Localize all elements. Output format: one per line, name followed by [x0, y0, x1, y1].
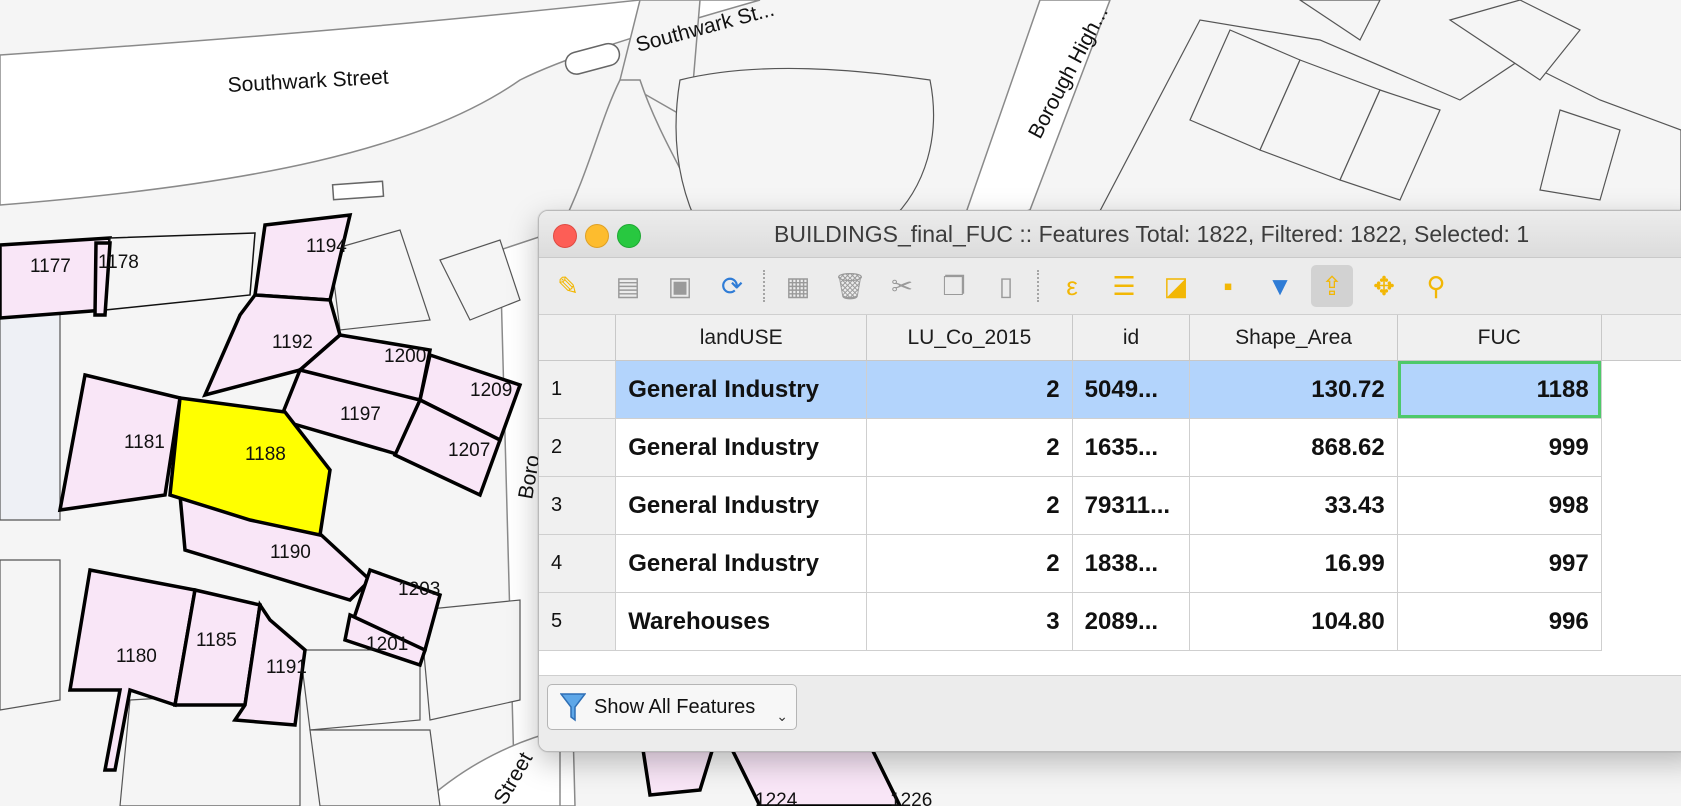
cell-lu-co-2015[interactable]: 2 — [866, 418, 1073, 477]
cell-id[interactable]: 1838... — [1072, 534, 1191, 593]
building-label: 1178 — [98, 252, 139, 273]
cell-fuc[interactable]: 996 — [1397, 592, 1602, 651]
show-all-features-label: Show All Features — [594, 695, 756, 718]
zoom-to-selection-icon[interactable]: ⚲ — [1415, 265, 1457, 307]
row-filler — [1601, 534, 1681, 593]
invert-selection-icon[interactable]: ◪ — [1155, 265, 1197, 307]
row-number[interactable]: 3 — [539, 476, 617, 535]
table-row[interactable]: 3 General Industry 2 79311... 33.43 998 — [539, 476, 1681, 535]
move-selection-top-icon[interactable]: ⇪ — [1311, 265, 1353, 307]
cell-shape-area[interactable]: 33.43 — [1189, 476, 1398, 535]
column-header-id[interactable]: id — [1072, 315, 1191, 361]
building-label: 1194 — [306, 236, 347, 257]
table-row[interactable]: 2 General Industry 2 1635... 868.62 999 — [539, 418, 1681, 477]
copy-icon[interactable]: ❐ — [933, 265, 975, 307]
cell-lu-co-2015[interactable]: 2 — [866, 476, 1073, 535]
building-label: 1192 — [272, 332, 313, 353]
building-label: 1188 — [245, 444, 286, 465]
attribute-toolbar: ✎ ▤ ▣ ⟳ ▦ 🗑 ✂ ❐ ▯ ε ☰ ◪ ▪ ▼ ⇪ ✥ ⚲ — [539, 258, 1681, 315]
row-number[interactable]: 5 — [539, 592, 617, 651]
pan-to-selection-icon[interactable]: ✥ — [1363, 265, 1405, 307]
cell-shape-area[interactable]: 868.62 — [1189, 418, 1398, 477]
cell-shape-area[interactable]: 130.72 — [1189, 360, 1398, 419]
filter-funnel-icon — [560, 693, 586, 722]
header-filler — [1601, 315, 1681, 361]
row-filler — [1601, 592, 1681, 651]
chevron-down-icon: ⌄ — [776, 708, 788, 724]
cell-id[interactable]: 79311... — [1072, 476, 1191, 535]
cell-lu-co-2015[interactable]: 3 — [866, 592, 1073, 651]
attribute-table-window[interactable]: BUILDINGS_final_FUC :: Features Total: 1… — [538, 210, 1681, 752]
building-label: 1177 — [30, 256, 71, 277]
cell-fuc[interactable]: 999 — [1397, 418, 1602, 477]
column-header-landuse[interactable]: landUSE — [615, 315, 868, 361]
attribute-grid[interactable]: landUSE LU_Co_2015 id Shape_Area FUC 1 G… — [539, 315, 1681, 675]
cell-shape-area[interactable]: 16.99 — [1189, 534, 1398, 593]
cell-id[interactable]: 1635... — [1072, 418, 1191, 477]
row-number[interactable]: 2 — [539, 418, 617, 477]
multi-edit-icon[interactable]: ▤ — [607, 265, 649, 307]
expression-select-icon[interactable]: ε — [1051, 265, 1093, 307]
filter-icon[interactable]: ▼ — [1259, 265, 1301, 307]
cell-shape-area[interactable]: 104.80 — [1189, 592, 1398, 651]
building-label: 1207 — [448, 440, 490, 461]
building-label: 1201 — [366, 634, 408, 655]
column-header-lu-co-2015[interactable]: LU_Co_2015 — [866, 315, 1073, 361]
pencil-icon[interactable]: ✎ — [547, 265, 589, 307]
table-row[interactable]: 1 General Industry 2 5049... 130.72 1188 — [539, 360, 1681, 419]
row-filler — [1601, 360, 1681, 419]
deselect-icon[interactable]: ▪ — [1207, 265, 1249, 307]
cell-fuc[interactable]: 998 — [1397, 476, 1602, 535]
header-row: landUSE LU_Co_2015 id Shape_Area FUC — [539, 315, 1681, 361]
building-label: 1226 — [890, 790, 932, 806]
cell-fuc[interactable]: 1188 — [1397, 360, 1602, 419]
show-all-features-button[interactable]: Show All Features ⌄ — [547, 684, 797, 730]
cut-icon[interactable]: ✂ — [881, 265, 923, 307]
building-label: 1191 — [266, 657, 307, 678]
cell-fuc[interactable]: 997 — [1397, 534, 1602, 593]
title-bar[interactable]: BUILDINGS_final_FUC :: Features Total: 1… — [539, 211, 1681, 258]
cell-lu-co-2015[interactable]: 2 — [866, 534, 1073, 593]
column-header-fuc[interactable]: FUC — [1397, 315, 1602, 361]
building-label: 1200 — [384, 346, 426, 367]
cell-landuse[interactable]: General Industry — [615, 476, 868, 535]
bottom-bar: Show All Features ⌄ — [539, 675, 1681, 751]
cell-landuse[interactable]: General Industry — [615, 534, 868, 593]
corner-cell[interactable] — [539, 315, 617, 361]
cell-landuse[interactable]: General Industry — [615, 360, 868, 419]
close-window-button[interactable] — [553, 224, 577, 248]
minimize-window-button[interactable] — [585, 224, 609, 248]
building-label: 1180 — [116, 646, 157, 667]
cell-landuse[interactable]: General Industry — [615, 418, 868, 477]
table-row[interactable]: 5 Warehouses 3 2089... 104.80 996 — [539, 592, 1681, 651]
building-label: 1209 — [470, 380, 512, 401]
row-number[interactable]: 4 — [539, 534, 617, 593]
save-icon[interactable]: ▣ — [659, 265, 701, 307]
add-feature-icon[interactable]: ▦ — [777, 265, 819, 307]
building-label: 1185 — [196, 630, 237, 651]
select-all-icon[interactable]: ☰ — [1103, 265, 1145, 307]
cell-landuse[interactable]: Warehouses — [615, 592, 868, 651]
reload-icon[interactable]: ⟳ — [711, 265, 753, 307]
building-label: 1190 — [270, 542, 311, 563]
cell-id[interactable]: 5049... — [1072, 360, 1191, 419]
column-header-shape-area[interactable]: Shape_Area — [1189, 315, 1398, 361]
building-label: 1203 — [398, 579, 440, 600]
building-label: 1181 — [124, 432, 165, 453]
cell-id[interactable]: 2089... — [1072, 592, 1191, 651]
table-row[interactable]: 4 General Industry 2 1838... 16.99 997 — [539, 534, 1681, 593]
paste-icon[interactable]: ▯ — [985, 265, 1027, 307]
row-filler — [1601, 476, 1681, 535]
maximize-window-button[interactable] — [617, 224, 641, 248]
cell-lu-co-2015[interactable]: 2 — [866, 360, 1073, 419]
row-filler — [1601, 418, 1681, 477]
building-label: 1197 — [340, 404, 381, 425]
window-title: BUILDINGS_final_FUC :: Features Total: 1… — [774, 221, 1530, 247]
row-number[interactable]: 1 — [539, 360, 617, 419]
building-label: 1224 — [755, 790, 798, 806]
delete-icon[interactable]: 🗑 — [829, 265, 871, 307]
